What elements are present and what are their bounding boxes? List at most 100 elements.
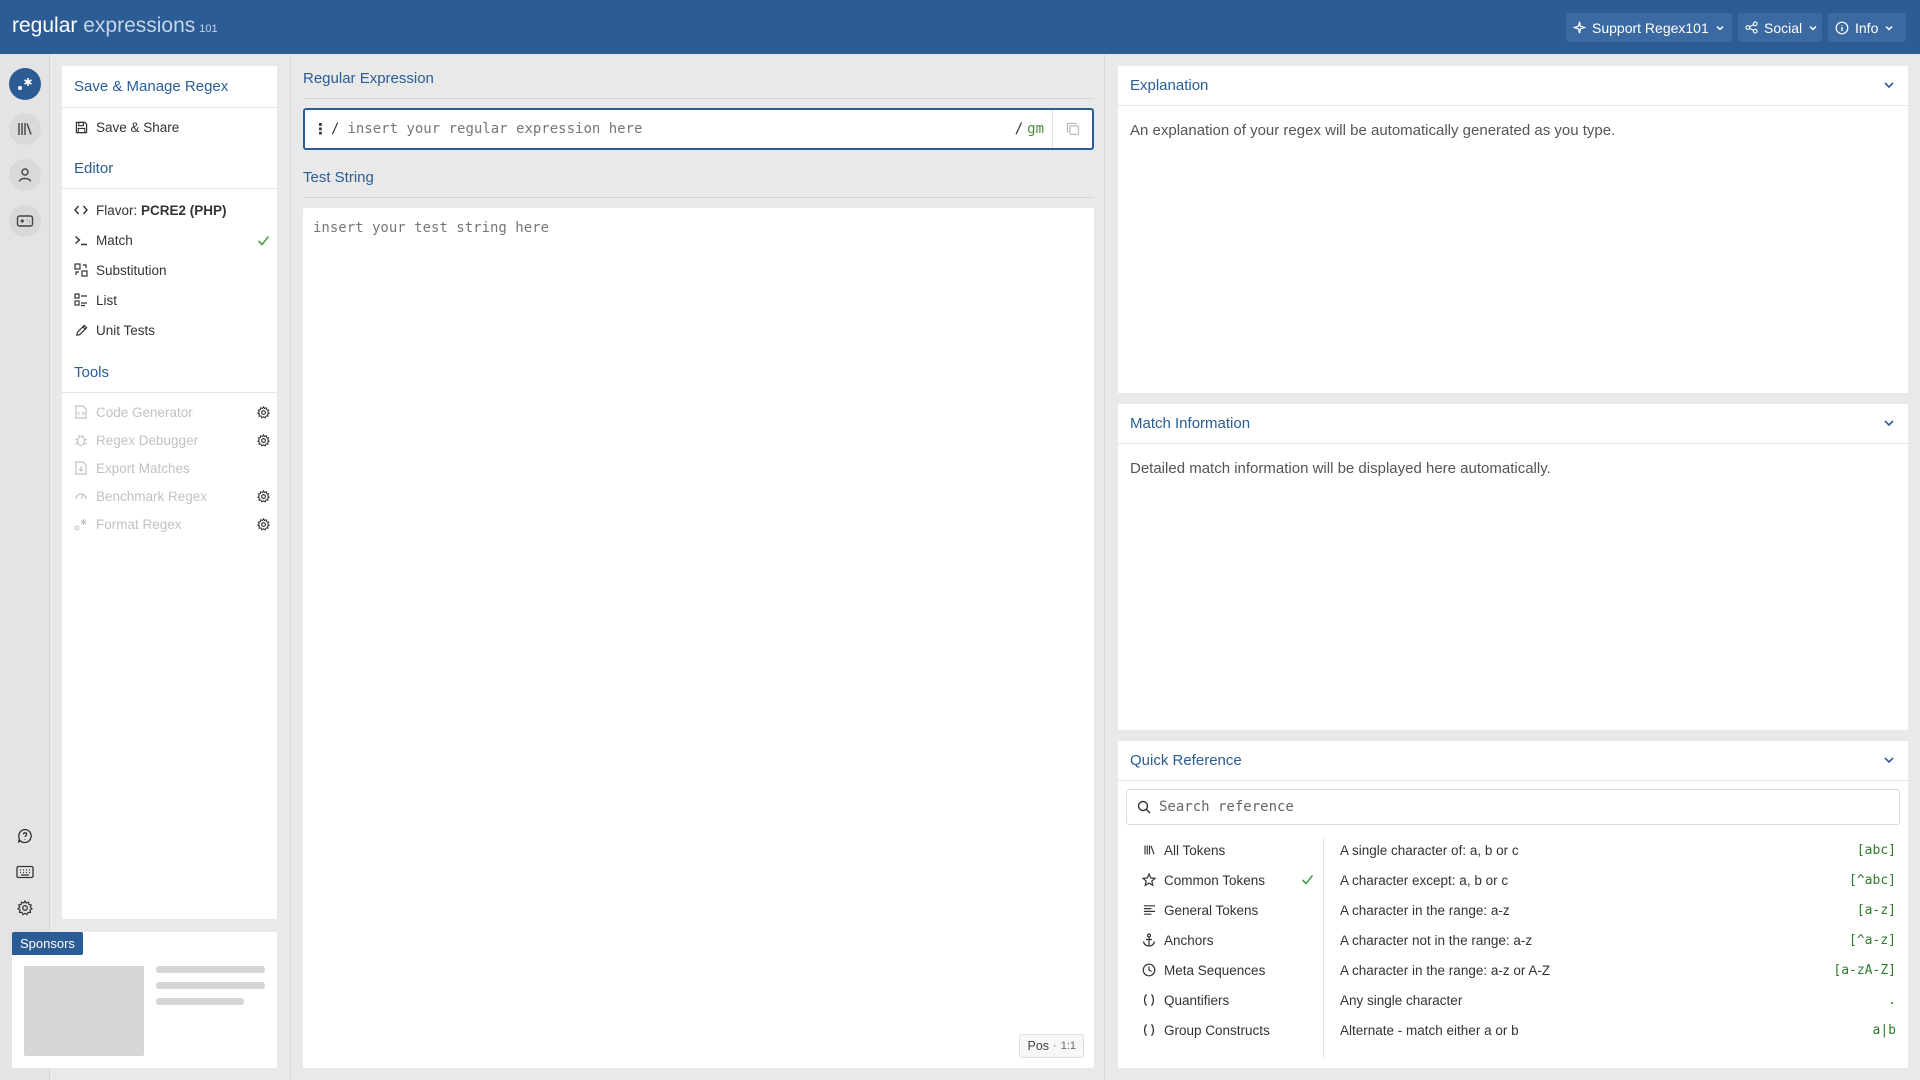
support-regex101-button[interactable]: Support Regex101 <box>1566 13 1732 42</box>
reference-token: [a-zA-Z] <box>1833 962 1896 978</box>
flavor-selector[interactable]: Flavor: PCRE2 (PHP) <box>74 198 270 222</box>
gear-icon[interactable] <box>257 489 270 503</box>
chevron-down-icon[interactable] <box>1882 753 1896 767</box>
reference-description: A character in the range: a-z <box>1340 902 1510 918</box>
gear-icon[interactable] <box>257 433 270 447</box>
chevron-down-icon <box>1716 25 1724 31</box>
reference-description: A character not in the range: a-z <box>1340 932 1533 948</box>
regex-input-box: ⋮ / / gm <box>303 108 1094 150</box>
regex-input[interactable] <box>347 121 1015 137</box>
mode-match[interactable]: Match <box>74 228 270 252</box>
category-label: Group Constructs <box>1164 1022 1270 1038</box>
flavor-prefix: Flavor: <box>96 202 138 218</box>
gear-icon[interactable] <box>257 517 270 531</box>
quick-reference-panel: Quick Reference All Tokens Common Tokens… <box>1118 741 1908 1068</box>
chevron-down-icon <box>1809 25 1817 31</box>
divider <box>1323 837 1324 1059</box>
category-common-tokens[interactable]: Common Tokens <box>1142 868 1314 892</box>
divider <box>62 188 277 189</box>
user-icon[interactable] <box>9 159 41 191</box>
quiz-icon[interactable] <box>9 205 41 237</box>
pos-label: Pos <box>1027 1039 1050 1053</box>
reference-description: A character except: a, b or c <box>1340 872 1509 888</box>
category-all-tokens[interactable]: All Tokens <box>1142 838 1314 862</box>
reference-token: [^abc] <box>1849 872 1896 888</box>
chevron-down-icon <box>1885 25 1893 31</box>
copy-regex-button[interactable] <box>1052 110 1092 148</box>
tool-export-matches[interactable]: Export Matches <box>74 456 270 480</box>
tool-regex-debugger[interactable]: Regex Debugger <box>74 428 270 452</box>
editor-heading: Editor <box>74 160 114 177</box>
category-meta-sequences[interactable]: Meta Sequences <box>1142 958 1314 982</box>
tool-code-generator[interactable]: Code Generator <box>74 400 270 424</box>
reference-row[interactable]: A character in the range: a-z or A-Z [a-… <box>1340 958 1896 982</box>
library-icon[interactable] <box>9 113 41 145</box>
explanation-header[interactable]: Explanation <box>1118 66 1908 106</box>
tool-label: Benchmark Regex <box>96 488 208 504</box>
info-button[interactable]: Info <box>1828 13 1906 42</box>
flavor-value: PCRE2 (PHP) <box>141 202 227 218</box>
tool-benchmark-regex[interactable]: Benchmark Regex <box>74 484 270 508</box>
quick-reference-header[interactable]: Quick Reference <box>1118 741 1908 781</box>
regex-flags[interactable]: gm <box>1027 121 1044 137</box>
category-general-tokens[interactable]: General Tokens <box>1142 898 1314 922</box>
reference-row[interactable]: A single character of: a, b or c [abc] <box>1340 838 1896 862</box>
reference-row[interactable]: Alternate - match either a or b a|b <box>1340 1018 1896 1042</box>
reference-row[interactable]: A character in the range: a-z [a-z] <box>1340 898 1896 922</box>
test-string-box: Pos · 1:1 <box>303 208 1094 1068</box>
chevron-down-icon[interactable] <box>1882 416 1896 430</box>
sponsor-text-placeholder <box>156 966 265 973</box>
app-logo[interactable]: regular expressions 101 <box>12 14 218 38</box>
sponsors-panel: Sponsors <box>12 932 277 1068</box>
mode-label: Unit Tests <box>96 322 156 338</box>
reference-search-input[interactable] <box>1159 799 1899 815</box>
reference-row[interactable]: Any single character . <box>1340 988 1896 1012</box>
category-label: Meta Sequences <box>1164 962 1266 978</box>
left-rail <box>0 54 50 1080</box>
divider <box>62 107 277 108</box>
social-button[interactable]: Social <box>1738 13 1822 42</box>
mode-substitution[interactable]: Substitution <box>74 258 270 282</box>
reference-token: a|b <box>1872 1022 1896 1038</box>
logo-word-expressions: expressions <box>83 14 196 37</box>
test-string-input[interactable] <box>313 220 1083 1020</box>
reference-row[interactable]: A character except: a, b or c [^abc] <box>1340 868 1896 892</box>
save-manage-heading: Save & Manage Regex <box>74 78 229 95</box>
benchmark-icon <box>74 489 88 503</box>
check-icon <box>257 235 270 246</box>
settings-icon[interactable] <box>9 892 41 924</box>
sponsor-image-placeholder[interactable] <box>24 966 144 1056</box>
mode-unit-tests[interactable]: Unit Tests <box>74 318 270 342</box>
tool-format-regex[interactable]: Format Regex <box>74 512 270 536</box>
tool-label: Format Regex <box>96 516 182 532</box>
match-info-header[interactable]: Match Information <box>1118 404 1908 444</box>
category-anchors[interactable]: Anchors <box>1142 928 1314 952</box>
gear-icon[interactable] <box>257 405 270 419</box>
mode-list[interactable]: List <box>74 288 270 312</box>
regex-close-delimiter: / <box>1014 121 1024 137</box>
library-icon <box>1142 843 1156 857</box>
sparkle-icon <box>1573 21 1586 34</box>
list-icon <box>74 293 88 307</box>
regex-options-handle[interactable]: ⋮ <box>313 120 329 138</box>
divider <box>303 197 1094 198</box>
parentheses-icon <box>1142 1023 1156 1037</box>
regex-icon[interactable] <box>9 68 41 100</box>
copy-icon <box>1066 122 1079 136</box>
help-icon[interactable] <box>9 820 41 852</box>
category-group-constructs[interactable]: Group Constructs <box>1142 1018 1314 1042</box>
info-icon <box>1835 21 1849 34</box>
quick-reference-title: Quick Reference <box>1130 752 1242 769</box>
logo-suffix: 101 <box>199 23 218 35</box>
category-quantifiers[interactable]: Quantifiers <box>1142 988 1314 1012</box>
save-share-button[interactable]: Save & Share <box>74 115 270 139</box>
regex-section-title: Regular Expression <box>303 70 434 87</box>
explanation-panel: Explanation An explanation of your regex… <box>1118 66 1908 393</box>
keyboard-icon[interactable] <box>9 856 41 888</box>
reference-token: [abc] <box>1856 842 1896 858</box>
match-info-title: Match Information <box>1130 415 1251 432</box>
chevron-down-icon[interactable] <box>1882 78 1896 92</box>
reference-token: [^a-z] <box>1849 932 1896 948</box>
reference-row[interactable]: A character not in the range: a-z [^a-z] <box>1340 928 1896 952</box>
match-information-panel: Match Information Detailed match informa… <box>1118 404 1908 730</box>
